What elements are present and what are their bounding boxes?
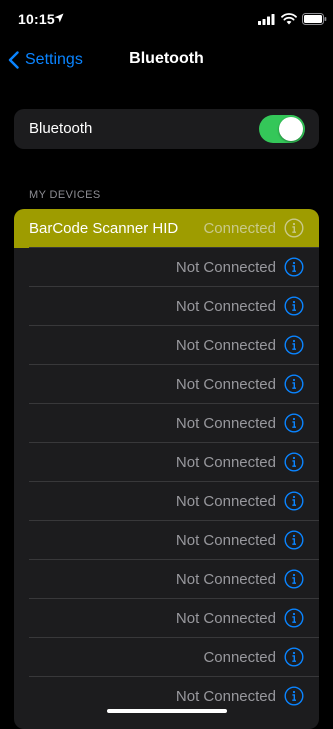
device-row[interactable]: Connected: [14, 638, 319, 677]
device-row[interactable]: Not Connected: [14, 404, 319, 443]
info-icon[interactable]: [284, 413, 304, 433]
device-status: Not Connected: [175, 454, 276, 471]
device-status: Connected: [203, 220, 276, 237]
info-icon[interactable]: [284, 218, 304, 238]
info-icon[interactable]: [284, 296, 304, 316]
device-row[interactable]: Not Connected: [14, 521, 319, 560]
status-time: 10:15: [18, 11, 55, 27]
cellular-signal-icon: [258, 14, 275, 25]
status-bar: 10:15: [0, 0, 333, 40]
device-status: Not Connected: [175, 493, 276, 510]
bluetooth-toggle-row: Bluetooth: [14, 109, 319, 149]
toggle-knob: [279, 117, 303, 141]
device-row[interactable]: Not Connected: [14, 326, 319, 365]
device-status: Not Connected: [175, 532, 276, 549]
info-icon[interactable]: [284, 686, 304, 706]
device-row[interactable]: Not Connected: [14, 443, 319, 482]
info-icon[interactable]: [284, 647, 304, 667]
location-arrow-icon: [54, 13, 64, 23]
info-icon[interactable]: [284, 452, 304, 472]
section-header-my-devices: MY DEVICES: [29, 189, 101, 201]
info-icon[interactable]: [284, 569, 304, 589]
navigation-bar: Settings Bluetooth: [0, 40, 333, 80]
device-row[interactable]: Not Connected: [14, 287, 319, 326]
device-status: Not Connected: [175, 298, 276, 315]
device-status: Connected: [203, 649, 276, 666]
device-row[interactable]: Not Connected: [14, 365, 319, 404]
info-icon[interactable]: [284, 374, 304, 394]
device-status: Not Connected: [175, 337, 276, 354]
battery-icon: [302, 13, 327, 25]
device-name: BarCode Scanner HID: [29, 220, 179, 237]
page-title: Bluetooth: [129, 50, 204, 67]
device-status: Not Connected: [175, 259, 276, 276]
device-row[interactable]: Not Connected: [14, 599, 319, 638]
device-row[interactable]: BarCode Scanner HID Connected: [14, 209, 319, 248]
info-icon[interactable]: [284, 491, 304, 511]
info-icon[interactable]: [284, 257, 304, 277]
wifi-icon: [281, 13, 297, 25]
info-icon[interactable]: [284, 608, 304, 628]
device-row[interactable]: Not Connected: [14, 560, 319, 599]
device-row[interactable]: Not Connected: [14, 482, 319, 521]
info-icon[interactable]: [284, 335, 304, 355]
device-status: Not Connected: [175, 571, 276, 588]
device-status: Not Connected: [175, 376, 276, 393]
device-row[interactable]: Not Connected: [14, 248, 319, 287]
device-list: BarCode Scanner HID Connected Not Connecte…: [14, 209, 319, 729]
home-indicator: [107, 709, 227, 713]
bluetooth-toggle-switch[interactable]: [259, 115, 305, 143]
device-status: Not Connected: [175, 610, 276, 627]
bluetooth-toggle-label: Bluetooth: [29, 120, 93, 137]
info-icon[interactable]: [284, 530, 304, 550]
device-status: Not Connected: [175, 688, 276, 705]
device-status: Not Connected: [175, 415, 276, 432]
